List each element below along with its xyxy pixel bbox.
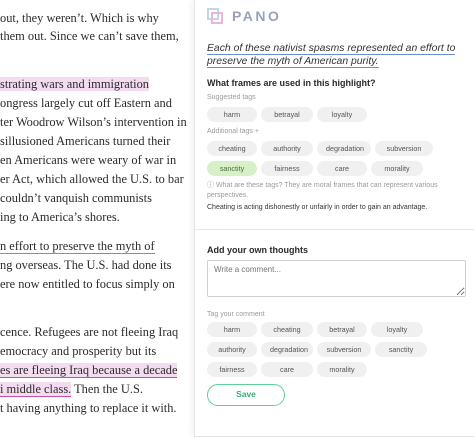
tag-care[interactable]: care <box>317 161 367 176</box>
article-line: ter Woodrow Wilson’s intervention in <box>0 115 187 129</box>
tag-authority[interactable]: authority <box>261 141 313 156</box>
article-line: cence. Refugees are not fleeing Iraq <box>0 325 179 339</box>
article-highlight[interactable]: es are fleeing Iraq because a decade <box>0 363 178 378</box>
tag-sanctity[interactable]: sanctity <box>207 161 257 176</box>
tags-info: ⓘ What are these tags? They are moral fr… <box>207 182 438 199</box>
article-line: ng overseas. The U.S. had done its <box>0 258 172 272</box>
comment-tag-cheating[interactable]: cheating <box>261 322 313 337</box>
section-divider <box>195 229 474 230</box>
comment-tag-sanctity[interactable]: sanctity <box>375 342 427 357</box>
info-icon: ⓘ <box>207 182 214 189</box>
article-pane: out, they weren’t. Which is why them out… <box>0 0 194 438</box>
tag-subversion[interactable]: subversion <box>375 141 433 156</box>
tag-harm[interactable]: harm <box>207 107 257 122</box>
article-highlight[interactable]: i middle class. <box>0 382 72 397</box>
tag-degradation[interactable]: degradation <box>317 141 371 156</box>
article-selected-text[interactable]: n effort to preserve the myth of <box>0 239 155 254</box>
comment-tag-care[interactable]: care <box>261 362 313 377</box>
tag-betrayal[interactable]: betrayal <box>261 107 313 122</box>
comment-tag-subversion[interactable]: subversion <box>317 342 371 357</box>
tag-comment-label: Tag your comment <box>207 311 265 318</box>
comment-tag-authority[interactable]: authority <box>207 342 257 357</box>
article-line: emocracy and prosperity but its <box>0 344 157 358</box>
article-line: ere now entitled to focus simply on <box>0 277 175 291</box>
comment-tag-degradation[interactable]: degradation <box>261 342 313 357</box>
comment-tag-loyalty[interactable]: loyalty <box>371 322 423 337</box>
additional-tags-label[interactable]: Additional tags + <box>207 128 259 135</box>
comment-tag-fairness[interactable]: fairness <box>207 362 257 377</box>
tag-loyalty[interactable]: loyalty <box>317 107 367 122</box>
suggested-tags-label: Suggested tags <box>207 94 256 101</box>
frames-question: What frames are used in this highlight? <box>207 78 376 88</box>
comment-tag-harm[interactable]: harm <box>207 322 257 337</box>
pano-logo-icon <box>207 8 223 24</box>
article-line: couldn’t vanquish communists <box>0 191 152 205</box>
pano-logo: PANO <box>207 8 281 24</box>
article-highlight[interactable]: strating wars and immigration <box>0 77 150 91</box>
logo-text: PANO <box>232 8 282 24</box>
article-line: en Americans were weary of war in <box>0 153 177 167</box>
article-line: sillusioned Americans turned their <box>0 134 171 148</box>
article-line: er Act, which allowed the U.S. to bar <box>0 172 184 186</box>
article-text: Then the U.S. <box>71 382 143 396</box>
article-line: out, they weren’t. Which is why <box>0 11 159 25</box>
pano-panel: PANO Each of these nativist spasms repre… <box>194 0 474 438</box>
article-line: them out. Since we can’t save them, <box>0 29 179 43</box>
panel-bottom-border <box>195 436 474 437</box>
article-line: ongress largely cut off Eastern and <box>0 96 172 110</box>
comment-tag-betrayal[interactable]: betrayal <box>317 322 367 337</box>
highlight-quote: Each of these nativist spasms represente… <box>207 43 456 68</box>
comment-input[interactable] <box>207 260 466 297</box>
article-line: strating wars and immigration <box>0 76 150 92</box>
article-line: ing to America’s shores. <box>0 210 120 224</box>
tag-cheating[interactable]: cheating <box>207 141 257 156</box>
tag-morality[interactable]: morality <box>371 161 423 176</box>
article-line: i middle class. Then the U.S. <box>0 381 143 397</box>
tag-definition: Cheating is acting dishonestly or unfair… <box>207 204 428 211</box>
comment-tag-morality[interactable]: morality <box>317 362 367 377</box>
article-line: es are fleeing Iraq because a decade <box>0 362 178 378</box>
tag-fairness[interactable]: fairness <box>261 161 313 176</box>
article-line: n effort to preserve the myth of <box>0 238 155 254</box>
article-line: t having anything to replace it with. <box>0 401 177 415</box>
thoughts-title: Add your own thoughts <box>207 245 308 255</box>
save-button[interactable]: Save <box>207 384 285 406</box>
